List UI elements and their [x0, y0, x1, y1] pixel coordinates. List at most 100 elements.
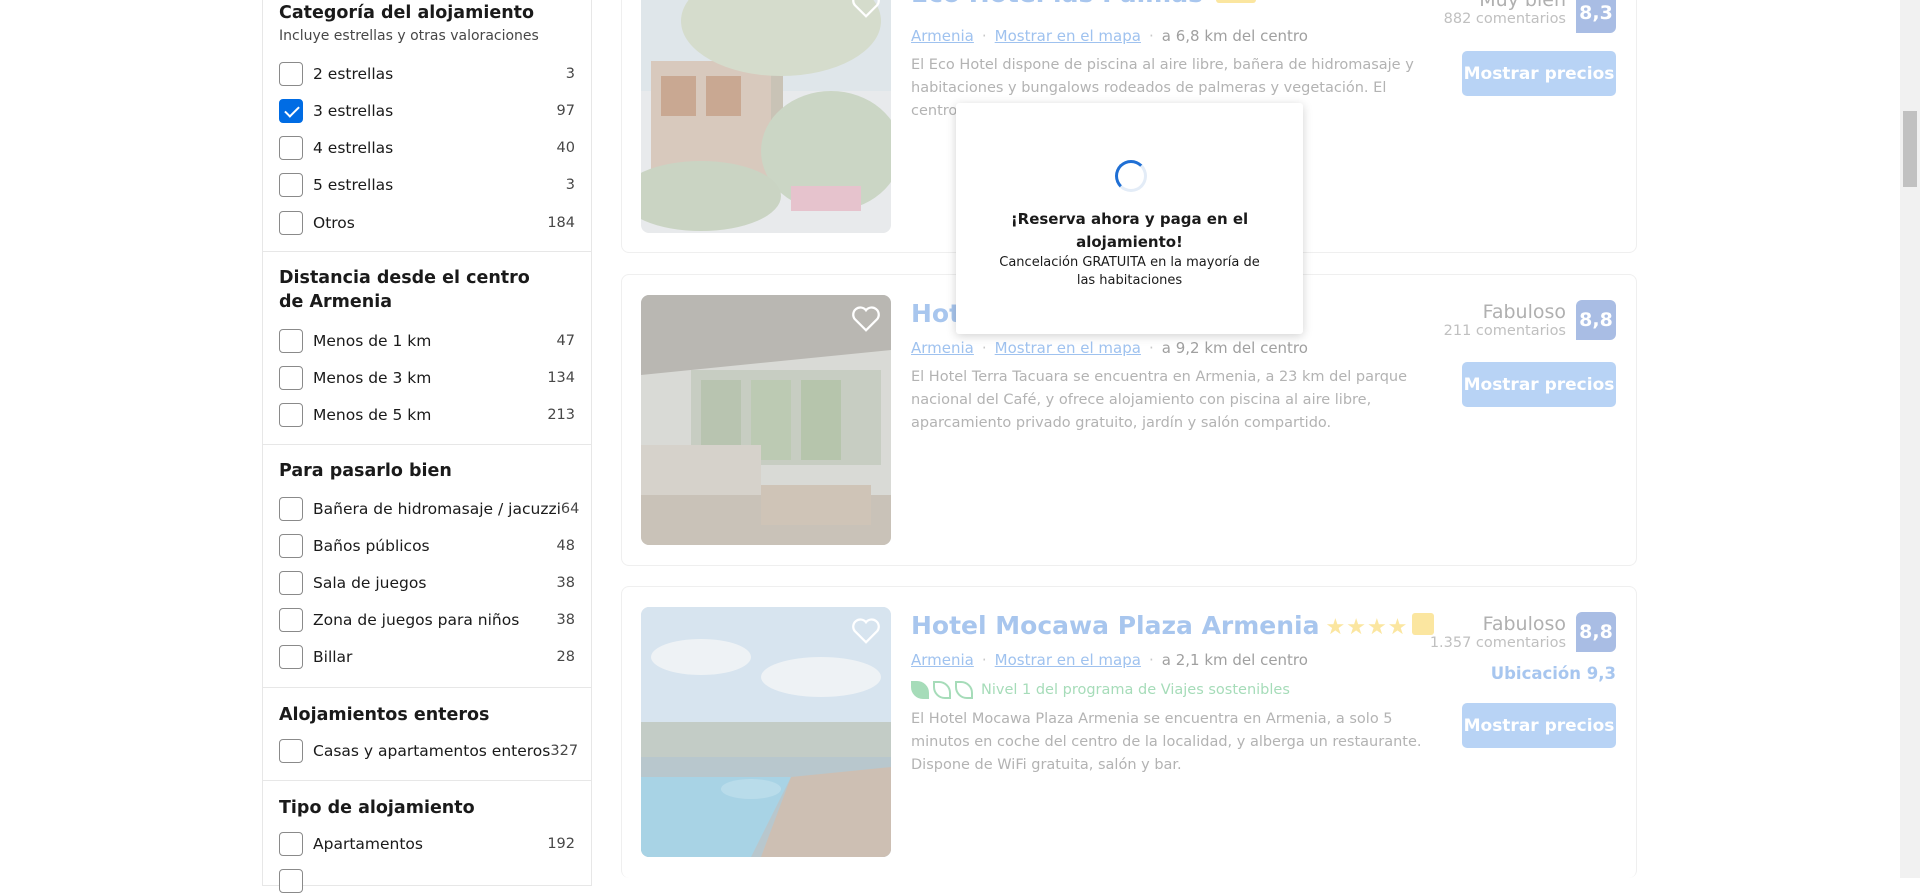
distance-text: a 6,8 km del centro [1161, 27, 1308, 45]
checkbox-checked[interactable] [279, 99, 303, 123]
filter-option-label: 3 estrellas [313, 102, 394, 120]
filter-option-count: 64 [560, 501, 580, 517]
filter-option-distance-5km[interactable]: Menos de 5 km 213 [279, 400, 575, 430]
filter-option-2-stars[interactable]: 2 estrellas 3 [279, 59, 575, 89]
property-photo-image [641, 0, 891, 233]
leaf-icon [933, 681, 951, 699]
filter-option-apartments[interactable]: Apartamentos 192 [279, 829, 575, 859]
city-link[interactable]: Armenia [911, 27, 974, 45]
filter-option-count: 3 [565, 66, 575, 82]
location-line: Armenia · Mostrar en el mapa · a 2,1 km del … [911, 651, 1308, 669]
filter-option-label: Menos de 5 km [313, 406, 432, 424]
score-badge: 8,8 [1576, 300, 1616, 340]
filter-option-label: Zona de juegos para niños [313, 611, 520, 629]
checkbox[interactable] [279, 739, 303, 763]
property-photo[interactable] [641, 295, 891, 545]
filter-option-label: 2 estrellas [313, 65, 394, 83]
filter-option-others[interactable]: Otros 184 [279, 208, 575, 238]
checkbox[interactable] [279, 173, 303, 197]
checkbox[interactable] [279, 608, 303, 632]
reviews-count: 211 comentarios [1443, 323, 1566, 339]
property-description: El Hotel Terra Tacuara se encuentra en A… [911, 369, 1408, 431]
score-badge: 8,3 [1576, 0, 1616, 33]
filter-option-label: Apartamentos [313, 835, 423, 853]
property-name[interactable]: Hotel Mocawa Plaza Armenia ★★★★ [911, 611, 1435, 640]
checkbox[interactable] [279, 497, 303, 521]
preferred-thumb-icon [1215, 0, 1256, 3]
property-name-text[interactable]: Eco Hotel las Palmas [911, 0, 1203, 8]
filters-sidebar: Categoría del alojamiento Incluye estrel… [262, 0, 592, 893]
loading-popup: ¡Reserva ahora y paga en el alojamiento!… [956, 103, 1303, 334]
map-link[interactable]: Mostrar en el mapa [995, 651, 1141, 669]
checkbox[interactable] [279, 645, 303, 669]
filter-option-count: 134 [547, 370, 575, 386]
checkbox[interactable] [279, 366, 303, 390]
location-line: Armenia · Mostrar en el mapa · a 9,2 km del … [911, 339, 1308, 357]
city-link[interactable]: Armenia [911, 651, 974, 669]
map-link[interactable]: Mostrar en el mapa [995, 339, 1141, 357]
filter-option-label: Bañera de hidromasaje / jacuzzi [313, 500, 561, 518]
filter-option-count: 184 [547, 215, 575, 231]
filter-option-game-room[interactable]: Sala de juegos 38 [279, 568, 575, 598]
checkbox[interactable] [279, 403, 303, 427]
location-score: Ubicación 9,3 [1490, 664, 1616, 683]
filter-option-kids-playground[interactable]: Zona de juegos para niños 38 [279, 605, 575, 635]
popup-subtitle: Cancelación GRATUITA en la mayoría de la… [999, 255, 1260, 288]
checkbox[interactable] [279, 534, 303, 558]
filter-option-3-stars[interactable]: 3 estrellas 97 [279, 96, 575, 126]
checkbox[interactable] [279, 136, 303, 160]
favorite-heart-icon[interactable] [851, 617, 881, 645]
show-prices-button[interactable]: Mostrar precios [1462, 703, 1616, 748]
property-name[interactable]: Eco Hotel las Palmas [911, 0, 1256, 8]
filter-option-count: 192 [547, 836, 575, 852]
map-link[interactable]: Mostrar en el mapa [995, 27, 1141, 45]
filter-option-count: 48 [556, 538, 575, 554]
filter-option-count: 3 [565, 177, 575, 193]
sustainability-text: Nivel 1 del programa de Viajes sostenibl… [981, 682, 1290, 698]
location-line: Armenia · Mostrar en el mapa · a 6,8 km del … [911, 27, 1308, 45]
filter-option-distance-1km[interactable]: Menos de 1 km 47 [279, 326, 575, 356]
filter-option-5-stars[interactable]: 5 estrellas 3 [279, 170, 575, 200]
rating-word: Fabuloso [1482, 301, 1566, 323]
filter-option-label: 4 estrellas [313, 139, 394, 157]
filter-title: Distancia desde el centro de Armenia [279, 268, 530, 312]
leaf-icon [955, 681, 973, 699]
checkbox[interactable] [279, 571, 303, 595]
city-link[interactable]: Armenia [911, 339, 974, 357]
property-photo[interactable] [641, 607, 891, 857]
sustainability-badge[interactable]: Nivel 1 del programa de Viajes sostenibl… [911, 681, 1290, 699]
filter-option-public-baths[interactable]: Baños públicos 48 [279, 531, 575, 561]
show-prices-button[interactable]: Mostrar precios [1462, 362, 1616, 407]
loading-spinner-icon [1115, 160, 1147, 192]
scrollbar-thumb[interactable] [1903, 111, 1917, 187]
filter-option-billiards[interactable]: Billar 28 [279, 642, 575, 672]
rating-word: Muy bien [1479, 0, 1566, 11]
property-photo[interactable] [641, 0, 891, 233]
preferred-thumb-icon [1412, 613, 1435, 635]
property-name-text[interactable]: Hotel Mocawa Plaza Armenia [911, 611, 1320, 640]
filter-option-4-stars[interactable]: 4 estrellas 40 [279, 133, 575, 163]
filter-option-entire-homes[interactable]: Casas y apartamentos enteros 327 [279, 736, 578, 766]
filter-option-distance-3km[interactable]: Menos de 3 km 134 [279, 363, 575, 393]
checkbox[interactable] [279, 329, 303, 353]
filter-option-count: 97 [556, 103, 575, 119]
filter-option-next[interactable] [279, 866, 575, 896]
favorite-heart-icon[interactable] [851, 305, 881, 333]
score-badge: 8,8 [1576, 612, 1616, 652]
filter-option-count: 40 [556, 140, 575, 156]
property-card[interactable]: Hotel Mocawa Plaza Armenia ★★★★ Armenia · M… [621, 586, 1637, 878]
filter-title: Para pasarlo bien [279, 461, 452, 481]
page-scrollbar[interactable] [1900, 0, 1920, 878]
show-prices-button[interactable]: Mostrar precios [1462, 51, 1616, 96]
filter-option-jacuzzi[interactable]: Bañera de hidromasaje / jacuzzi 64 [279, 494, 579, 524]
checkbox[interactable] [279, 62, 303, 86]
property-description: El Hotel Mocawa Plaza Armenia se encuent… [911, 711, 1422, 773]
filter-option-label: Menos de 3 km [313, 369, 432, 387]
filter-option-label: Sala de juegos [313, 574, 427, 592]
star-rating-icon: ★★★★ [1325, 615, 1409, 640]
checkbox[interactable] [279, 211, 303, 235]
favorite-heart-icon[interactable] [851, 0, 881, 19]
checkbox[interactable] [279, 832, 303, 856]
checkbox[interactable] [279, 869, 303, 893]
filter-option-label: Menos de 1 km [313, 332, 432, 350]
